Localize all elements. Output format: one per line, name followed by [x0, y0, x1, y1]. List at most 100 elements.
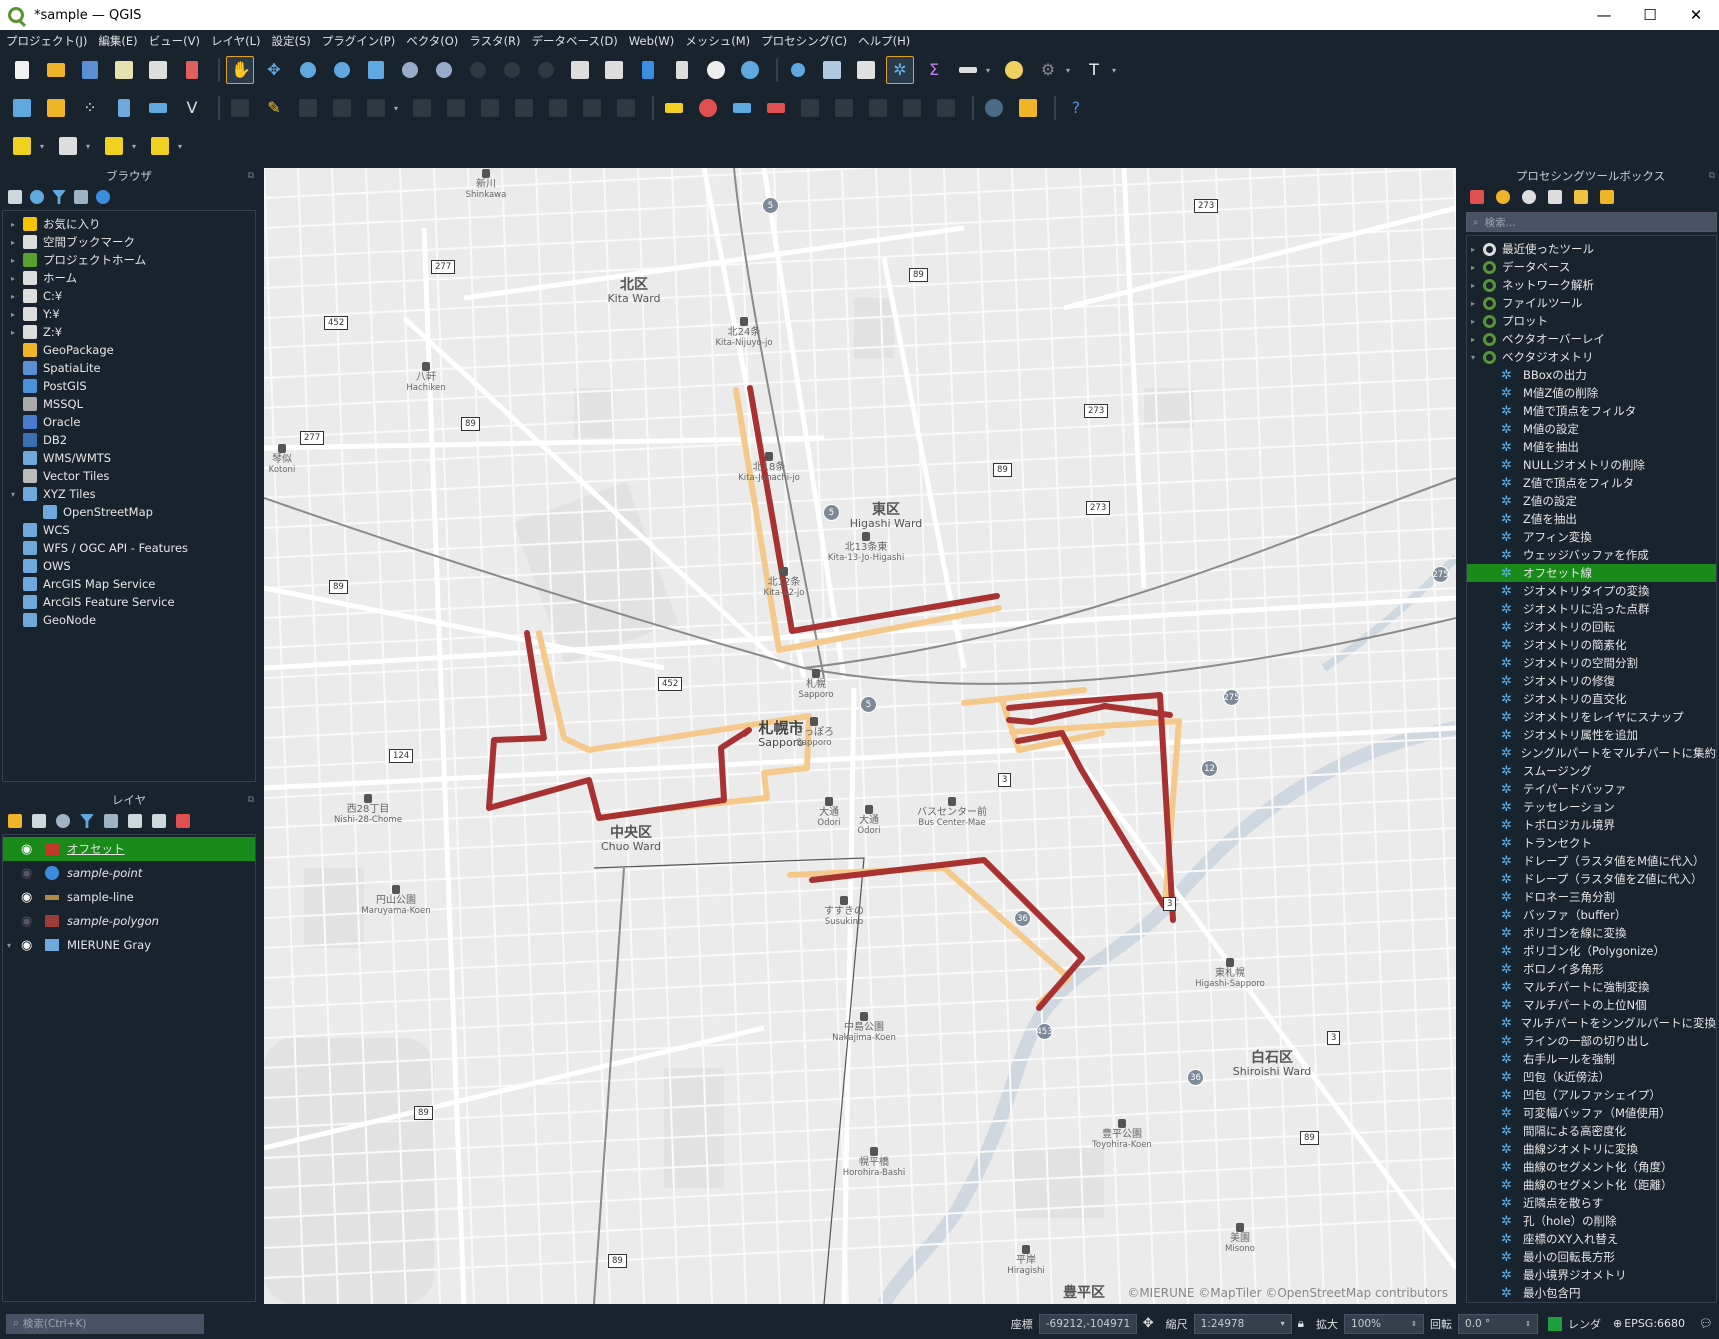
- filter-by-expression-icon[interactable]: [104, 814, 118, 828]
- dropdown-arrow-icon[interactable]: ▾: [174, 132, 186, 160]
- processing-tool-5[interactable]: ✲ NULLジオメトリの削除: [1467, 456, 1716, 474]
- cut-features-icon[interactable]: [476, 94, 504, 122]
- dropdown-arrow-icon[interactable]: ▾: [1062, 56, 1074, 84]
- style-manager-icon[interactable]: [178, 56, 206, 84]
- processing-tool-34[interactable]: ✲ マルチパートに強制変換: [1467, 978, 1716, 996]
- processing-tool-35[interactable]: ✲ マルチパートの上位N個: [1467, 996, 1716, 1014]
- dropdown-arrow-icon[interactable]: ▾: [36, 132, 48, 160]
- processing-tool-32[interactable]: ✲ ポリゴン化（Polygonize）: [1467, 942, 1716, 960]
- expand-arrow-icon[interactable]: ▸: [7, 256, 19, 265]
- add-group-icon[interactable]: [32, 814, 46, 828]
- menu-item-0[interactable]: プロジェクト(J): [6, 33, 87, 49]
- browser-item-19[interactable]: OWS: [3, 557, 255, 575]
- filter-legend-icon[interactable]: [80, 814, 94, 828]
- dropdown-arrow-icon[interactable]: ▾: [1108, 56, 1120, 84]
- browser-item-4[interactable]: ▸ C:¥: [3, 287, 255, 305]
- python-scripts-icon[interactable]: [1496, 190, 1510, 204]
- processing-options-icon[interactable]: [1600, 190, 1614, 204]
- save-project-icon[interactable]: [76, 56, 104, 84]
- zoom-last-icon[interactable]: [498, 56, 526, 84]
- processing-tool-6[interactable]: ✲ Z値で頂点をフィルタ: [1467, 474, 1716, 492]
- expand-arrow-icon[interactable]: ▸: [7, 292, 19, 301]
- processing-tool-18[interactable]: ✲ ジオメトリの直交化: [1467, 690, 1716, 708]
- select-features-icon[interactable]: [8, 132, 36, 160]
- undo-icon[interactable]: [578, 94, 606, 122]
- expand-arrow-icon[interactable]: ▸: [1467, 317, 1479, 326]
- browser-item-15[interactable]: ▾ XYZ Tiles: [3, 485, 255, 503]
- processing-tool-43[interactable]: ✲ 曲線ジオメトリに変換: [1467, 1140, 1716, 1158]
- layer-item-0[interactable]: ◉ オフセット: [3, 837, 255, 861]
- show-hide-labels-icon[interactable]: [762, 94, 790, 122]
- remove-layer-icon[interactable]: [176, 814, 190, 828]
- processing-tool-49[interactable]: ✲ 最小の回転長方形: [1467, 1248, 1716, 1266]
- processing-tool-24[interactable]: ✲ テッセレーション: [1467, 798, 1716, 816]
- layer-item-4[interactable]: ▾ ◉ MIERUNE Gray: [3, 933, 255, 957]
- label-props-icon[interactable]: [898, 94, 926, 122]
- browser-item-9[interactable]: PostGIS: [3, 377, 255, 395]
- processing-tool-16[interactable]: ✲ ジオメトリの空間分割: [1467, 654, 1716, 672]
- layer-item-3[interactable]: ◉ sample-polygon: [3, 909, 255, 933]
- browser-item-3[interactable]: ▸ ホーム: [3, 269, 255, 287]
- expand-arrow-icon[interactable]: ▾: [7, 490, 19, 499]
- menu-item-6[interactable]: ベクタ(O): [406, 33, 458, 49]
- new-project-icon[interactable]: [8, 56, 36, 84]
- move-label-icon[interactable]: [796, 94, 824, 122]
- processing-tool-0[interactable]: ✲ BBoxの出力: [1467, 366, 1716, 384]
- processing-tool-37[interactable]: ✲ ラインの一部の切り出し: [1467, 1032, 1716, 1050]
- show-bookmarks-icon[interactable]: [668, 56, 696, 84]
- visibility-eye-icon[interactable]: ◉: [21, 914, 39, 929]
- expand-arrow-icon[interactable]: ▸: [7, 310, 19, 319]
- dropdown-arrow-icon[interactable]: ▾: [390, 94, 402, 122]
- menu-item-12[interactable]: ヘルプ(H): [858, 33, 910, 49]
- rotation-spinbox[interactable]: 0.0 ° ⇕: [1458, 1313, 1539, 1334]
- refresh-icon[interactable]: [30, 190, 44, 204]
- zoom-to-layer-icon[interactable]: [430, 56, 458, 84]
- processing-tool-47[interactable]: ✲ 孔（hole）の削除: [1467, 1212, 1716, 1230]
- processing-tool-13[interactable]: ✲ ジオメトリに沿った点群: [1467, 600, 1716, 618]
- current-edits-icon[interactable]: [226, 94, 254, 122]
- expand-arrow-icon[interactable]: ▸: [7, 238, 19, 247]
- pin-labels-icon[interactable]: [728, 94, 756, 122]
- processing-tool-33[interactable]: ✲ ボロノイ多角形: [1467, 960, 1716, 978]
- processing-tool-10[interactable]: ✲ ウェッジバッファを作成: [1467, 546, 1716, 564]
- label-toolbar-icon[interactable]: [660, 94, 688, 122]
- browser-item-8[interactable]: SpatiaLite: [3, 359, 255, 377]
- zoom-in-icon[interactable]: [294, 56, 322, 84]
- results-viewer-icon[interactable]: [1548, 190, 1562, 204]
- menu-item-3[interactable]: レイヤ(L): [211, 33, 261, 49]
- coordinate-field[interactable]: -69212,-104971: [1038, 1313, 1137, 1334]
- text-annotation-icon[interactable]: T: [1080, 56, 1108, 84]
- browser-item-20[interactable]: ArcGIS Map Service: [3, 575, 255, 593]
- expand-arrow-icon[interactable]: ▸: [1467, 245, 1479, 254]
- processing-tool-28[interactable]: ✲ ドレープ（ラスタ値をZ値に代入）: [1467, 870, 1716, 888]
- panel-float-icon[interactable]: ⧉: [1709, 166, 1715, 186]
- history-icon[interactable]: [1522, 190, 1536, 204]
- processing-tool-1[interactable]: ✲ M値Z値の削除: [1467, 384, 1716, 402]
- change-label-icon[interactable]: [864, 94, 892, 122]
- menu-item-11[interactable]: プロセシング(C): [761, 33, 847, 49]
- panel-float-icon[interactable]: ⧉: [248, 166, 254, 186]
- measure-line-icon[interactable]: [954, 56, 982, 84]
- menu-item-5[interactable]: プラグイン(P): [322, 33, 395, 49]
- expand-arrow-icon[interactable]: ▸: [1467, 299, 1479, 308]
- layer-item-1[interactable]: ◉ sample-point: [3, 861, 255, 885]
- menu-item-2[interactable]: ビュー(V): [149, 33, 200, 49]
- expand-all-icon[interactable]: [128, 814, 142, 828]
- refresh-map-icon[interactable]: [736, 56, 764, 84]
- label-pin-icon[interactable]: [932, 94, 960, 122]
- browser-item-16[interactable]: OpenStreetMap: [3, 503, 255, 521]
- browser-item-1[interactable]: ▸ 空間ブックマーク: [3, 233, 255, 251]
- info-icon[interactable]: [96, 190, 110, 204]
- layout-manager-icon[interactable]: [144, 56, 172, 84]
- processing-group-2[interactable]: ▸ ネットワーク解析: [1467, 276, 1716, 294]
- processing-tool-15[interactable]: ✲ ジオメトリの簡素化: [1467, 636, 1716, 654]
- toggle-extents-icon[interactable]: ✥: [1143, 1316, 1154, 1331]
- menu-item-4[interactable]: 設定(S): [272, 33, 311, 49]
- browser-item-10[interactable]: MSSQL: [3, 395, 255, 413]
- processing-tool-26[interactable]: ✲ トランセクト: [1467, 834, 1716, 852]
- processing-tool-4[interactable]: ✲ M値を抽出: [1467, 438, 1716, 456]
- visibility-eye-icon[interactable]: ◉: [21, 890, 39, 905]
- browser-item-21[interactable]: ArcGIS Feature Service: [3, 593, 255, 611]
- dropdown-arrow-icon[interactable]: ▾: [128, 132, 140, 160]
- messages-icon[interactable]: 💬︎: [1699, 1317, 1713, 1330]
